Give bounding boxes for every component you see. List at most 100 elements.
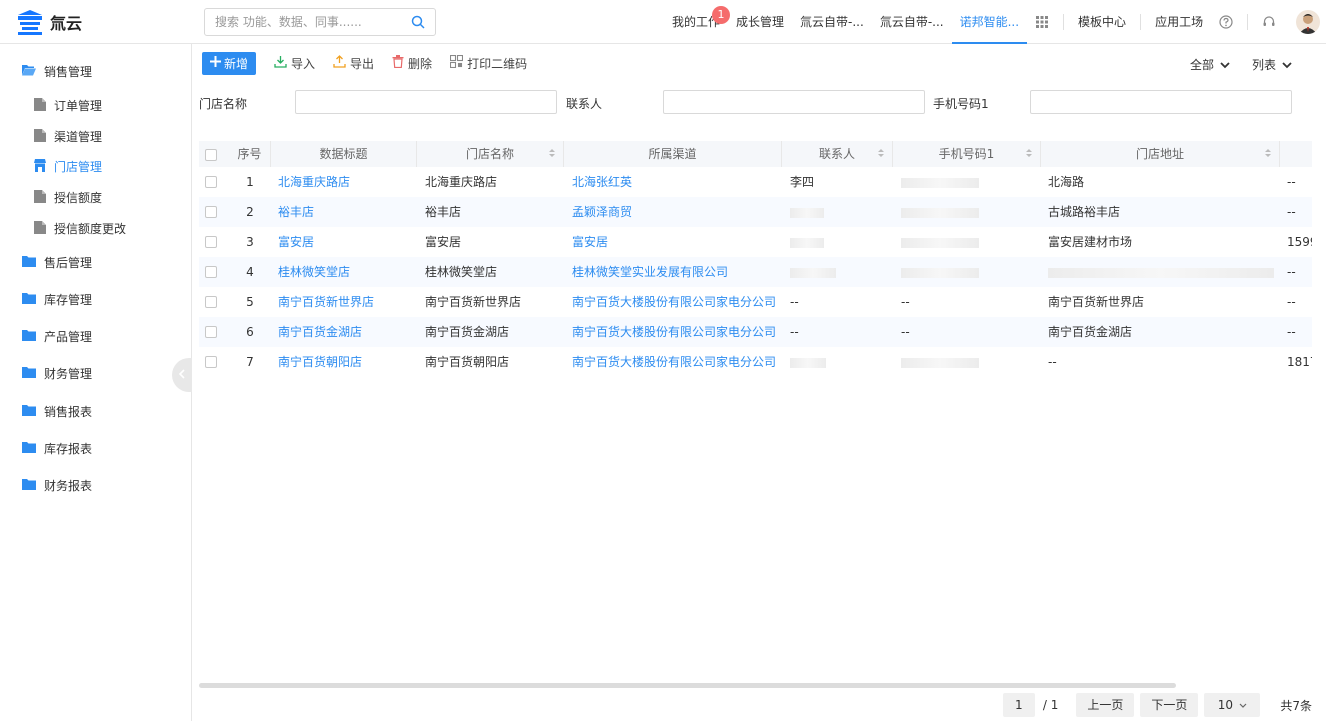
table-row[interactable]: 3 富安居 富安居 富安居 富安居建材市场 1599 [199, 227, 1312, 257]
row-checkbox[interactable] [205, 236, 217, 248]
delete-button[interactable]: 删除 [392, 55, 432, 72]
global-search[interactable] [204, 8, 436, 36]
prev-page-button[interactable]: 上一页 [1076, 693, 1135, 717]
row-checkbox[interactable] [205, 206, 217, 218]
column-header-address[interactable]: 门店地址 [1041, 141, 1280, 167]
column-header-title[interactable]: 数据标题 [271, 141, 417, 167]
sidebar-group-sales-reports[interactable]: 销售报表 [22, 403, 92, 420]
print-qr-button[interactable]: 打印二维码 [450, 54, 527, 72]
brand-logo-icon [16, 8, 44, 36]
sidebar-group-label: 财务报表 [44, 479, 93, 493]
nav-template-center[interactable]: 模板中心 [1070, 0, 1134, 44]
nav-app-2[interactable]: 氚云自带-... [872, 0, 952, 44]
row-checkbox[interactable] [205, 266, 217, 278]
sidebar-group-sales[interactable]: 销售管理 [22, 63, 92, 80]
nav-app-active[interactable]: 诺邦智能... [951, 0, 1028, 44]
cell-channel-link[interactable]: 南宁百货大楼股份有限公司家电分公司 [572, 287, 782, 317]
table-row[interactable]: 1 北海重庆路店 北海重庆路店 北海张红英 李四 北海路 -- [199, 167, 1312, 197]
document-icon [34, 189, 46, 206]
row-checkbox[interactable] [205, 356, 217, 368]
sidebar-group-finance[interactable]: 财务管理 [22, 365, 92, 382]
search-input[interactable] [205, 9, 395, 35]
cell-contact: 李四 [790, 175, 815, 189]
page-size-select[interactable]: 10 [1204, 693, 1261, 717]
horizontal-scrollbar[interactable] [199, 683, 1176, 688]
action-toolbar: 新增 导入 导出 删除 打印二维码 [202, 51, 527, 75]
filter-bar: 门店名称 联系人 手机号码1 [199, 90, 1299, 114]
cell-title-link[interactable]: 富安居 [278, 227, 417, 257]
cell-title-link[interactable]: 裕丰店 [278, 197, 417, 227]
cell-title-link[interactable]: 桂林微笑堂店 [278, 257, 417, 287]
column-header-channel[interactable]: 所属渠道 [564, 141, 782, 167]
table-row[interactable]: 4 桂林微笑堂店 桂林微笑堂店 桂林微笑堂实业发展有限公司 -- [199, 257, 1312, 287]
redacted-text [901, 357, 979, 368]
cell-title-link[interactable]: 南宁百货金湖店 [278, 317, 417, 347]
sidebar-group-after-sales[interactable]: 售后管理 [22, 254, 92, 271]
user-avatar[interactable] [1296, 10, 1321, 34]
help-icon[interactable] [1211, 0, 1241, 44]
column-header-contact[interactable]: 联系人 [782, 141, 893, 167]
sidebar-group-label: 产品管理 [44, 330, 93, 344]
nav-app-store[interactable]: 应用工场 [1147, 0, 1211, 44]
sidebar-item-credit-change[interactable]: 授信额度更改 [34, 220, 126, 237]
app-logo[interactable]: 氚云 [16, 8, 82, 36]
table-row[interactable]: 5 南宁百货新世界店 南宁百货新世界店 南宁百货大楼股份有限公司家电分公司 --… [199, 287, 1312, 317]
cell-channel-link[interactable]: 孟颖泽商贸 [572, 197, 782, 227]
phone-filter-input[interactable] [1030, 90, 1292, 114]
nav-label: 模板中心 [1078, 15, 1127, 29]
scope-dropdown[interactable]: 全部 [1190, 56, 1230, 73]
table-row[interactable]: 7 南宁百货朝阳店 南宁百货朝阳店 南宁百货大楼股份有限公司家电分公司 -- 1… [199, 347, 1312, 371]
current-page-input[interactable]: 1 [1002, 693, 1035, 717]
sidebar-item-channels[interactable]: 渠道管理 [34, 128, 102, 145]
sidebar-group-products[interactable]: 产品管理 [22, 328, 92, 345]
contact-filter-input[interactable] [663, 90, 925, 114]
nav-growth[interactable]: 成长管理 [728, 0, 792, 44]
import-button[interactable]: 导入 [274, 55, 315, 72]
trash-icon [392, 55, 408, 71]
cell-channel-link[interactable]: 北海张红英 [572, 167, 782, 197]
table-row[interactable]: 6 南宁百货金湖店 南宁百货金湖店 南宁百货大楼股份有限公司家电分公司 -- -… [199, 317, 1312, 347]
document-icon [34, 220, 46, 237]
nav-app-1[interactable]: 氚云自带-... [792, 0, 872, 44]
row-checkbox[interactable] [205, 296, 217, 308]
headset-icon[interactable] [1254, 0, 1284, 44]
cell-channel-link[interactable]: 富安居 [572, 227, 782, 257]
sort-icon[interactable] [1026, 141, 1032, 167]
folder-icon [22, 404, 36, 419]
cell-index: 6 [246, 325, 254, 339]
sidebar-group-finance-reports[interactable]: 财务报表 [22, 477, 92, 494]
row-checkbox[interactable] [205, 176, 217, 188]
next-page-button[interactable]: 下一页 [1140, 693, 1199, 717]
store-name-filter-input[interactable] [295, 90, 557, 114]
cell-channel-link[interactable]: 桂林微笑堂实业发展有限公司 [572, 257, 782, 287]
cell-title-link[interactable]: 北海重庆路店 [278, 167, 417, 197]
cell-title-link[interactable]: 南宁百货朝阳店 [278, 347, 417, 371]
sidebar-item-stores[interactable]: 门店管理 [34, 158, 102, 175]
select-all-checkbox[interactable] [205, 149, 217, 161]
cell-title-link[interactable]: 南宁百货新世界店 [278, 287, 417, 317]
app-grid-icon[interactable] [1027, 0, 1057, 44]
sort-icon[interactable] [1265, 141, 1271, 167]
export-button[interactable]: 导出 [333, 55, 374, 72]
sidebar-collapse-button[interactable] [172, 358, 192, 392]
nav-my-work[interactable]: 我的工作 1 [664, 0, 731, 44]
sort-icon[interactable] [878, 141, 884, 167]
cell-channel-link[interactable]: 南宁百货大楼股份有限公司家电分公司 [572, 347, 782, 371]
sort-icon[interactable] [549, 141, 555, 167]
column-header-store-name[interactable]: 门店名称 [417, 141, 564, 167]
sidebar-item-label: 渠道管理 [54, 130, 103, 144]
redacted-text [901, 177, 979, 188]
search-icon[interactable] [411, 15, 425, 32]
column-header-phone[interactable]: 手机号码1 [893, 141, 1041, 167]
view-mode-dropdown[interactable]: 列表 [1252, 56, 1292, 73]
sidebar-group-inventory[interactable]: 库存管理 [22, 291, 92, 308]
cell-store-name: 南宁百货金湖店 [425, 325, 510, 339]
table-row[interactable]: 2 裕丰店 裕丰店 孟颖泽商贸 古城路裕丰店 -- [199, 197, 1312, 227]
cell-channel-link[interactable]: 南宁百货大楼股份有限公司家电分公司 [572, 317, 782, 347]
sidebar-item-orders[interactable]: 订单管理 [34, 97, 102, 114]
sidebar-group-inventory-reports[interactable]: 库存报表 [22, 440, 92, 457]
folder-open-icon [22, 64, 36, 79]
row-checkbox[interactable] [205, 326, 217, 338]
sidebar-item-credit[interactable]: 授信额度 [34, 189, 102, 206]
add-button[interactable]: 新增 [202, 51, 257, 75]
